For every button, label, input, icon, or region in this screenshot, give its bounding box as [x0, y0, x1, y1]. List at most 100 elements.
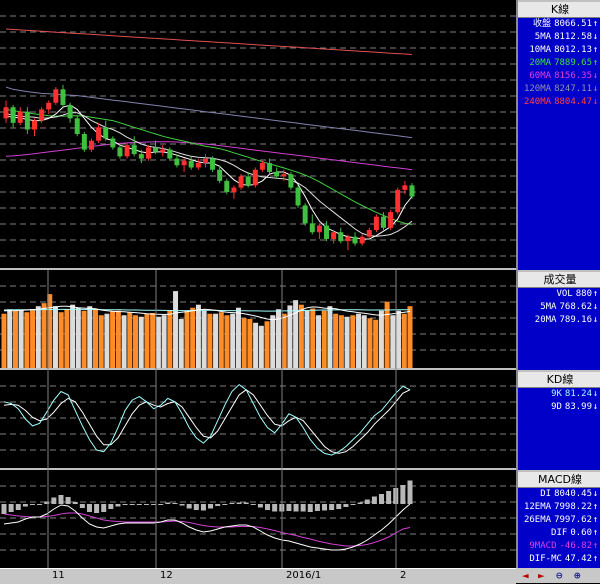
- ma240-line: [5, 28, 413, 55]
- legend-value: 8066.51: [554, 19, 592, 29]
- candle-body: [231, 187, 237, 193]
- legend-value: -46.82: [559, 541, 592, 551]
- candle-body: [81, 134, 87, 150]
- volume-bar: [155, 316, 161, 368]
- volume-bar: [184, 310, 190, 368]
- volume-bar: [401, 313, 407, 368]
- chart-area: [0, 0, 516, 568]
- candle-body: [46, 102, 52, 110]
- legend-label: 120MA: [523, 84, 552, 94]
- scroll-left-icon[interactable]: ◄: [522, 568, 529, 583]
- legend-label: 60MA: [529, 71, 552, 81]
- macd-osc-bar: [58, 495, 64, 504]
- candle-body: [281, 174, 287, 177]
- legend-row: 120MA 8247.11↓: [518, 83, 600, 96]
- volume-bar: [241, 318, 247, 368]
- volume-bar: [70, 304, 76, 368]
- candle-body: [395, 189, 401, 213]
- macd-osc-bar: [22, 504, 28, 507]
- macd-osc-bar: [108, 504, 114, 509]
- macd-osc-bar: [250, 504, 256, 505]
- macd-osc-bar: [51, 497, 57, 504]
- legend-label: 12EMA: [523, 502, 552, 512]
- candle-body: [39, 109, 45, 121]
- volume-bar: [1, 313, 7, 368]
- volume-bar: [270, 315, 276, 368]
- ma20-line: [5, 108, 413, 225]
- candle-body: [288, 174, 294, 188]
- macd-osc-bar: [122, 504, 128, 505]
- volume-bar: [373, 319, 379, 368]
- candle-body: [17, 111, 23, 123]
- volume-bar: [87, 306, 93, 368]
- trend-arrow-icon: ↑: [592, 528, 599, 538]
- legend-value: 8012.13: [554, 45, 592, 55]
- macd-osc-bar: [215, 504, 221, 506]
- macd-osc-bar: [1, 504, 7, 514]
- candle-body: [217, 169, 223, 181]
- candle-body: [409, 185, 415, 197]
- legend-value: 81.24: [564, 389, 592, 399]
- candle-body: [96, 127, 102, 141]
- volume-bar: [298, 304, 304, 368]
- volume-bar: [367, 318, 373, 368]
- macd-title: MACD線: [518, 472, 600, 488]
- candle-body: [67, 104, 73, 119]
- scroll-right-icon[interactable]: ►: [538, 568, 545, 583]
- macd-osc-bar: [65, 497, 71, 504]
- volume-bar: [333, 313, 339, 368]
- legend-label: DIF-MC: [529, 554, 562, 564]
- ma60-line: [5, 141, 413, 171]
- volume-bar: [201, 310, 207, 368]
- volume-bar: [407, 306, 413, 368]
- volume-bar: [138, 316, 144, 368]
- volume-bar: [213, 313, 219, 368]
- volume-bar: [150, 312, 156, 368]
- macd-osc-bar: [186, 504, 192, 509]
- legend-value: 8247.11: [554, 84, 592, 94]
- legend-value: 7997.62: [554, 515, 592, 525]
- volume-bar: [218, 312, 224, 368]
- trend-arrow-icon: ↓: [592, 315, 599, 325]
- candle-body: [373, 216, 379, 231]
- volume-bar: [161, 315, 167, 368]
- macd-osc-bar: [243, 502, 249, 504]
- candle-body: [259, 163, 265, 170]
- macd-osc-bar: [307, 504, 313, 512]
- macd-osc-bar: [8, 504, 14, 512]
- candle-body: [238, 176, 244, 188]
- macd-osc-bar: [379, 494, 385, 504]
- candle-body: [224, 180, 230, 193]
- legend-value: 789.16: [559, 315, 592, 325]
- trend-arrow-icon: ↑: [592, 45, 599, 55]
- volume-bar: [224, 315, 230, 368]
- volume-bar: [133, 315, 139, 368]
- candle-body: [359, 236, 365, 244]
- date-tick-label: 12: [160, 570, 173, 581]
- legend-row: 5MA 8112.58↓: [518, 31, 600, 44]
- legend-row: 20MA 789.16↓: [518, 314, 600, 327]
- trend-arrow-icon: ↓: [592, 71, 599, 81]
- candle-body: [338, 232, 344, 242]
- zoom-in-icon[interactable]: ⊕: [574, 568, 581, 583]
- volume-bar: [167, 310, 173, 368]
- legend-row: 5MA 768.62↓: [518, 301, 600, 314]
- legend-sidebar: K線 收盤 8066.51↑ 5MA 8112.58↓ 10MA 8012.13↑ 20MA…: [516, 0, 600, 583]
- volume-bar: [321, 310, 327, 368]
- zoom-out-icon[interactable]: ⊖: [556, 568, 563, 583]
- trend-arrow-icon: ↓: [592, 84, 599, 94]
- legend-row: 10MA 8012.13↑: [518, 44, 600, 57]
- legend-label: 20MA: [534, 315, 557, 325]
- legend-label: 收盤: [533, 19, 552, 29]
- volume-bar: [361, 315, 367, 368]
- volume-bar: [24, 312, 30, 368]
- volume-bar: [396, 310, 402, 368]
- date-tick-label: 2: [400, 570, 407, 581]
- volume-title: 成交量: [518, 272, 600, 288]
- volume-bar: [12, 310, 18, 368]
- volume-bar: [350, 315, 356, 368]
- candle-body: [160, 149, 166, 152]
- volume-bar: [41, 303, 47, 368]
- volume-bar: [207, 313, 213, 368]
- macd-osc-bar: [208, 504, 214, 509]
